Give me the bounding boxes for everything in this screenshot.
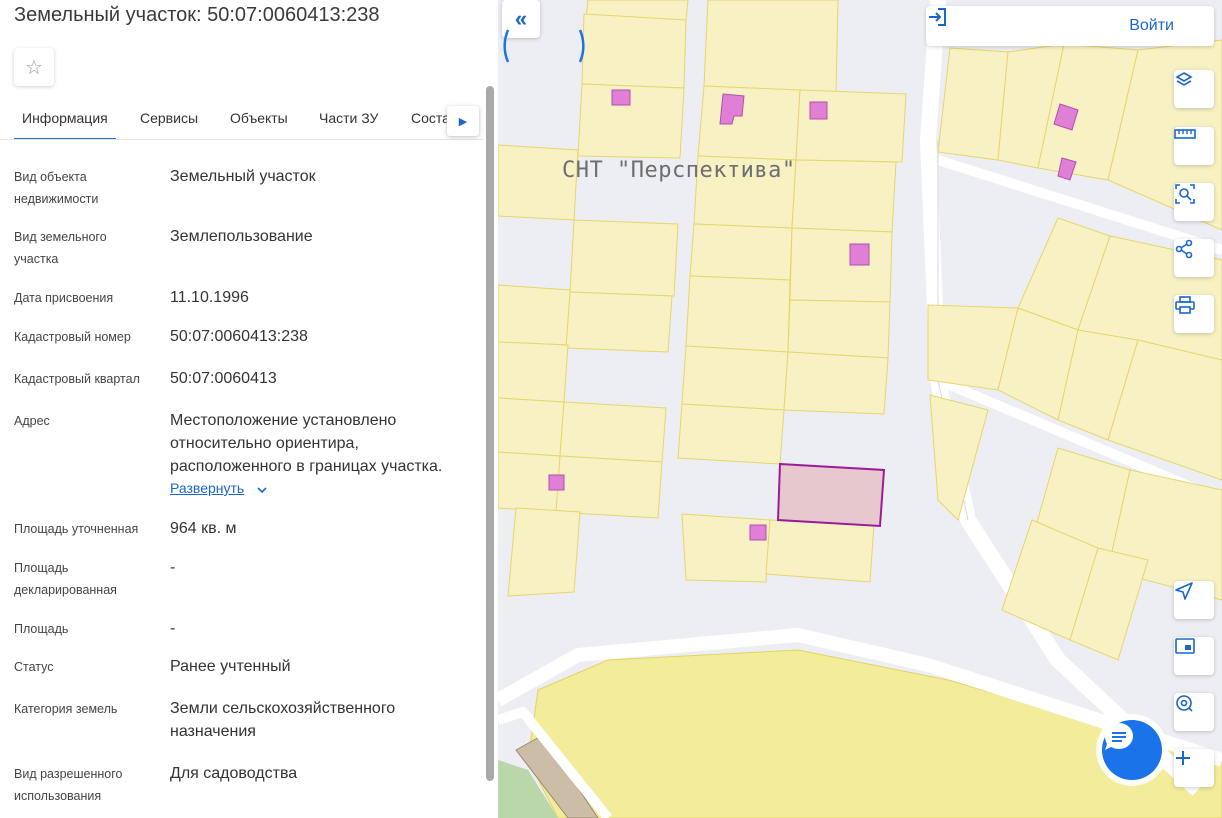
- tab-bar: Информация Сервисы Объекты Части ЗУ Сост…: [0, 96, 483, 140]
- map-canvas[interactable]: [498, 0, 1222, 818]
- select-area-button[interactable]: [1174, 183, 1214, 221]
- value-address: Местоположение установлено относительно …: [170, 412, 443, 475]
- zoom-in-button[interactable]: [1174, 749, 1214, 787]
- value-area-specified: 964 кв. м: [170, 520, 237, 537]
- share-button[interactable]: [1174, 239, 1214, 277]
- login-icon: [929, 8, 946, 26]
- tab-information[interactable]: Информация: [14, 96, 116, 139]
- label-land-type: Вид земельного участка: [14, 230, 107, 266]
- minimap-button[interactable]: [1174, 637, 1214, 675]
- chat-icon: [1105, 723, 1133, 750]
- triangle-right-icon: ▶: [458, 115, 468, 128]
- favorite-button[interactable]: ☆: [14, 48, 54, 86]
- page-title: Земельный участок: 50:07:0060413:238: [14, 4, 380, 26]
- label-status: Статус: [14, 660, 54, 674]
- layers-button[interactable]: [1174, 70, 1214, 108]
- login-button[interactable]: Войти: [926, 6, 1214, 46]
- value-permitted-use: Для садоводства: [170, 765, 298, 782]
- label-land-category: Категория земель: [14, 702, 118, 716]
- geo-search-button[interactable]: [1174, 693, 1214, 731]
- chevron-down-icon[interactable]: [255, 483, 269, 497]
- value-cadastral-quarter: 50:07:0060413: [170, 370, 277, 387]
- login-label: Войти: [1129, 17, 1174, 34]
- ruler-icon: [1174, 129, 1196, 139]
- value-cadastral-number: 50:07:0060413:238: [170, 328, 308, 345]
- label-area-specified: Площадь уточненная: [14, 522, 139, 536]
- label-address: Адрес: [14, 414, 50, 428]
- label-area-declared: Площадь декларированная: [14, 561, 117, 597]
- tabs-scroll-right-button[interactable]: ▶: [447, 106, 479, 136]
- minimap-icon: [1175, 638, 1195, 654]
- layers-icon: [1175, 72, 1193, 86]
- locate-button[interactable]: [1174, 581, 1214, 619]
- value-assign-date: 11.10.1996: [170, 289, 249, 306]
- map-view[interactable]: СНТ "Перспектива" « Войти: [498, 0, 1222, 818]
- value-area-declared: -: [170, 559, 176, 576]
- zoom-in-icon: [1176, 751, 1190, 765]
- chat-ring: [503, 29, 585, 63]
- info-panel: Земельный участок: 50:07:0060413:238 ☆ И…: [0, 0, 498, 818]
- scrollbar-thumb[interactable]: [486, 86, 494, 781]
- label-object-type: Вид объекта недвижимости: [14, 170, 99, 206]
- expand-link[interactable]: Развернуть: [170, 480, 244, 496]
- label-permitted-use: Вид разрешенного использования: [14, 767, 123, 803]
- print-icon: [1175, 296, 1195, 314]
- select-area-icon: [1175, 184, 1195, 204]
- snt-label: СНТ "Перспектива": [562, 158, 796, 183]
- star-icon: ☆: [25, 56, 43, 79]
- tab-composition[interactable]: Соста: [411, 96, 450, 139]
- share-icon: [1175, 239, 1193, 259]
- value-status: Ранее учтенный: [170, 658, 291, 675]
- label-area: Площадь: [14, 622, 69, 636]
- chat-button[interactable]: [1102, 720, 1162, 780]
- value-land-category: Земли сельскохозяйственного назначения: [170, 700, 396, 740]
- tab-services[interactable]: Сервисы: [140, 96, 198, 139]
- value-land-type: Землепользование: [170, 228, 313, 245]
- ruler-button[interactable]: [1174, 127, 1214, 165]
- label-cadastral-number: Кадастровый номер: [14, 330, 131, 344]
- label-cadastral-quarter: Кадастровый квартал: [14, 372, 140, 386]
- tab-parcel-parts[interactable]: Части ЗУ: [319, 96, 378, 139]
- label-assign-date: Дата присвоения: [14, 291, 114, 305]
- value-area: -: [170, 620, 176, 637]
- geo-search-icon: [1176, 695, 1193, 712]
- print-button[interactable]: [1174, 295, 1214, 333]
- value-object-type: Земельный участок: [170, 168, 316, 185]
- tab-objects[interactable]: Объекты: [230, 96, 288, 139]
- locate-icon: [1175, 582, 1193, 600]
